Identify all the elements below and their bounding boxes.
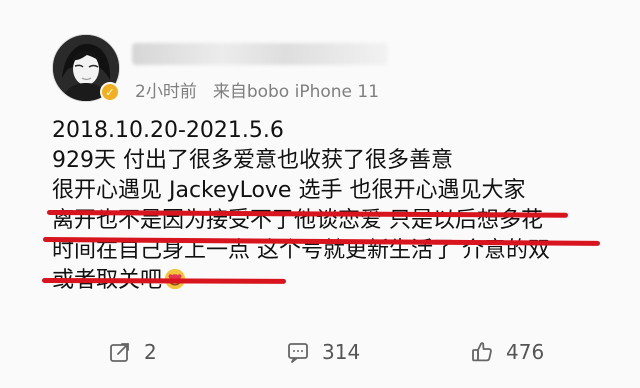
post-content: 2018.10.20-2021.5.6 929天 付出了很多爱意也收获了很多善意…: [52, 116, 622, 296]
comment-button[interactable]: 314: [286, 336, 360, 368]
comment-count: 314: [322, 340, 361, 364]
post-source: 来自bobo iPhone 11: [212, 82, 380, 102]
post-header: ✓ 2小时前 来自bobo iPhone 11: [52, 34, 620, 108]
highlight-line-3: [41, 278, 287, 284]
post-action-bar: 2 314 476: [0, 336, 640, 368]
weibo-post-card: ✓ 2小时前 来自bobo iPhone 11 2018.10.20-2021.5…: [0, 0, 640, 388]
post-meta: 2小时前 来自bobo iPhone 11: [135, 77, 379, 102]
like-button[interactable]: 476: [470, 336, 544, 368]
share-count: 2: [144, 340, 157, 364]
post-line-2: 929天 付出了很多爱意也收获了很多善意: [52, 148, 453, 173]
username-blurred: [132, 43, 388, 65]
like-count: 476: [506, 340, 545, 364]
post-line-3: 很开心遇见 JackeyLove 选手 也很开心遇见大家: [52, 178, 526, 203]
share-button[interactable]: 2: [108, 336, 157, 368]
verified-badge-icon: ✓: [100, 82, 120, 102]
post-line-1: 2018.10.20-2021.5.6: [52, 118, 284, 143]
post-time: 2小时前: [135, 82, 197, 102]
like-icon: [472, 342, 492, 362]
comment-icon: [288, 343, 308, 363]
share-icon: [110, 343, 129, 362]
